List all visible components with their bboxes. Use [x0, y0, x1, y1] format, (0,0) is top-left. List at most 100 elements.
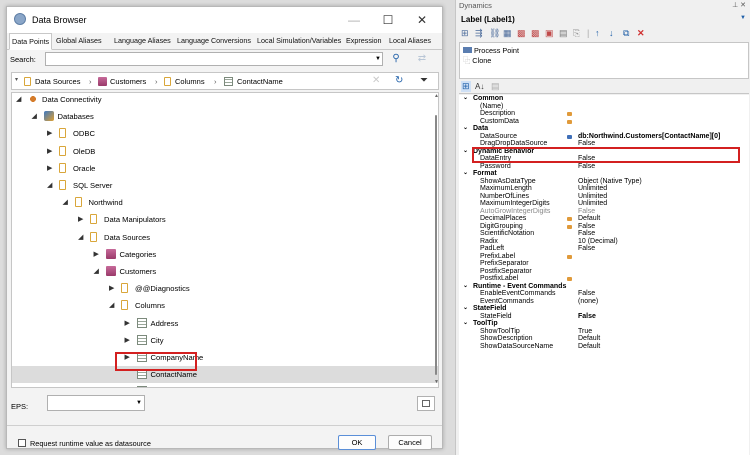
collapse-chevron-icon[interactable]: ⌄: [463, 283, 468, 291]
tab-data-points[interactable]: Data Points: [9, 33, 53, 50]
tab-expression[interactable]: Expression: [346, 36, 382, 45]
search-dropdown-arrow[interactable]: ▼: [373, 52, 383, 66]
property-value[interactable]: False: [578, 163, 595, 171]
tree-item[interactable]: ▶ Oracle: [12, 160, 438, 177]
expand-arrow-icon[interactable]: ▶: [47, 129, 55, 137]
move-up-icon[interactable]: ↑: [595, 28, 600, 39]
tree-item[interactable]: ◢ Data Connectivity: [12, 93, 438, 108]
tree-item[interactable]: ▶ OleDB: [12, 143, 438, 160]
property-row[interactable]: EventCommands (none): [459, 298, 749, 306]
property-value[interactable]: 10 (Decimal): [578, 238, 618, 246]
property-row[interactable]: DecimalPlaces Default: [459, 215, 749, 223]
add-icon[interactable]: ⊞: [461, 28, 469, 39]
property-value[interactable]: Unlimited: [578, 185, 607, 193]
tab-language-aliases[interactable]: Language Aliases: [114, 36, 171, 45]
list-item[interactable]: ⿻ Clone: [463, 56, 491, 66]
property-value[interactable]: False: [578, 245, 595, 253]
breadcrumb-item-customers[interactable]: Customers: [110, 77, 146, 86]
tree-item[interactable]: ◢ Customers: [12, 263, 438, 280]
property-value[interactable]: Unlimited: [578, 193, 607, 201]
property-pages-icon[interactable]: ▤: [491, 81, 500, 92]
tree-item[interactable]: ▶ Data Manipulators: [12, 211, 438, 228]
collapse-chevron-icon[interactable]: ⌄: [463, 125, 468, 133]
collapse-chevron-icon[interactable]: ⌄: [463, 148, 468, 156]
tag-icon[interactable]: ▩: [517, 28, 526, 39]
collapse-arrow-icon[interactable]: ◢: [47, 181, 55, 189]
sort-alphabetical-icon[interactable]: A↓: [475, 81, 484, 92]
breadcrumb-dropdown-icon[interactable]: ▾: [15, 76, 18, 83]
tree-item[interactable]: ▶ ContactTitle: [12, 383, 438, 387]
collapse-arrow-icon[interactable]: ◢: [63, 198, 71, 206]
property-category[interactable]: ⌄ ToolTip: [459, 320, 749, 328]
property-row[interactable]: NumberOfLines Unlimited: [459, 193, 749, 201]
delete-icon[interactable]: ✕: [637, 28, 645, 39]
property-row[interactable]: PrefixSeparator: [459, 260, 749, 268]
expand-arrow-icon[interactable]: ▶: [125, 336, 133, 344]
expand-arrow-icon[interactable]: ▶: [125, 319, 133, 327]
object-selector[interactable]: Label (Label1): [459, 13, 749, 26]
duplicate-icon[interactable]: ⧉: [623, 28, 629, 39]
expand-arrow-icon[interactable]: ▶: [94, 250, 102, 258]
collapse-arrow-icon[interactable]: ◢: [32, 112, 40, 120]
property-row[interactable]: CustomData: [459, 118, 749, 126]
collapse-chevron-icon[interactable]: ⌄: [463, 95, 468, 103]
collapse-chevron-icon[interactable]: ⌄: [463, 305, 468, 313]
collapse-arrow-icon[interactable]: ◢: [16, 95, 24, 103]
tree-item[interactable]: ▶ ODBC: [12, 125, 438, 142]
property-row[interactable]: DigitGrouping False: [459, 223, 749, 231]
tree-item[interactable]: ◢ Data Sources: [12, 229, 438, 246]
tree-item-selected[interactable]: ContactName: [12, 366, 438, 384]
scroll-down-icon[interactable]: ▼: [434, 379, 439, 385]
collapse-chevron-icon[interactable]: ⌄: [463, 170, 468, 178]
move-down-icon[interactable]: ↓: [609, 28, 614, 39]
close-icon[interactable]: ✕: [740, 2, 746, 9]
grid-icon[interactable]: ▤: [559, 28, 568, 39]
tree-item[interactable]: ▶ CompanyName: [12, 349, 438, 366]
runtime-value-checkbox[interactable]: [18, 439, 26, 447]
breadcrumb-item-contactname[interactable]: ContactName: [237, 77, 283, 86]
property-value[interactable]: False: [578, 313, 596, 321]
list-item[interactable]: Process Point: [463, 46, 519, 55]
property-row[interactable]: DataSource db:Northwind.Customers[Contact…: [459, 133, 749, 141]
tree-item[interactable]: ◢ Columns: [12, 297, 438, 314]
tab-language-conversions[interactable]: Language Conversions: [177, 36, 251, 45]
property-row[interactable]: PostfixSeparator: [459, 268, 749, 276]
pin-icon[interactable]: ⊥: [732, 2, 738, 9]
property-value[interactable]: True: [578, 328, 592, 336]
property-category[interactable]: ⌄ StateField: [459, 305, 749, 313]
tree-item[interactable]: ◢ SQL Server: [12, 177, 438, 194]
property-row[interactable]: Radix 10 (Decimal): [459, 238, 749, 246]
property-row[interactable]: ShowAsDataType Object (Native Type): [459, 178, 749, 186]
alarm-icon[interactable]: ▣: [545, 28, 554, 39]
property-category[interactable]: ⌄ Common: [459, 95, 749, 103]
property-value[interactable]: False: [578, 290, 595, 298]
expand-arrow-icon[interactable]: ▶: [47, 164, 55, 172]
tab-global-aliases[interactable]: Global Aliases: [56, 36, 102, 45]
tree-item[interactable]: ▶ Address: [12, 315, 438, 332]
property-row[interactable]: PrefixLabel: [459, 253, 749, 261]
copy-icon[interactable]: ⎘: [573, 28, 580, 39]
expand-arrow-icon[interactable]: ▶: [78, 215, 86, 223]
breadcrumb-item-data-sources[interactable]: Data Sources: [35, 77, 80, 86]
property-value[interactable]: False: [578, 208, 595, 216]
eps-select[interactable]: ▼: [47, 395, 145, 411]
tree-item[interactable]: ◢ Databases: [12, 108, 438, 125]
categorized-icon[interactable]: ⊞: [461, 81, 471, 92]
property-row[interactable]: ShowDataSourceName Default: [459, 343, 749, 351]
ok-button[interactable]: OK: [338, 435, 376, 450]
chevron-down-icon[interactable]: ▼: [740, 15, 746, 21]
search-input[interactable]: [45, 52, 383, 66]
property-row[interactable]: StateField False: [459, 313, 749, 321]
tree-scrollbar[interactable]: ▲ ▼: [433, 93, 439, 387]
filter-icon[interactable]: ⏷: [420, 75, 428, 86]
property-value[interactable]: Object (Native Type): [578, 178, 642, 186]
collapse-arrow-icon[interactable]: ◢: [109, 301, 117, 309]
collapse-arrow-icon[interactable]: ◢: [78, 233, 86, 241]
property-value[interactable]: (none): [578, 298, 598, 306]
tag-alt-icon[interactable]: ▩: [531, 28, 540, 39]
link-icon[interactable]: ⛓: [489, 28, 500, 39]
collapse-chevron-icon[interactable]: ⌄: [463, 320, 468, 328]
scroll-up-icon[interactable]: ▲: [434, 93, 439, 99]
property-row[interactable]: MaximumIntegerDigits Unlimited: [459, 200, 749, 208]
chart-icon[interactable]: ▦: [503, 28, 512, 39]
